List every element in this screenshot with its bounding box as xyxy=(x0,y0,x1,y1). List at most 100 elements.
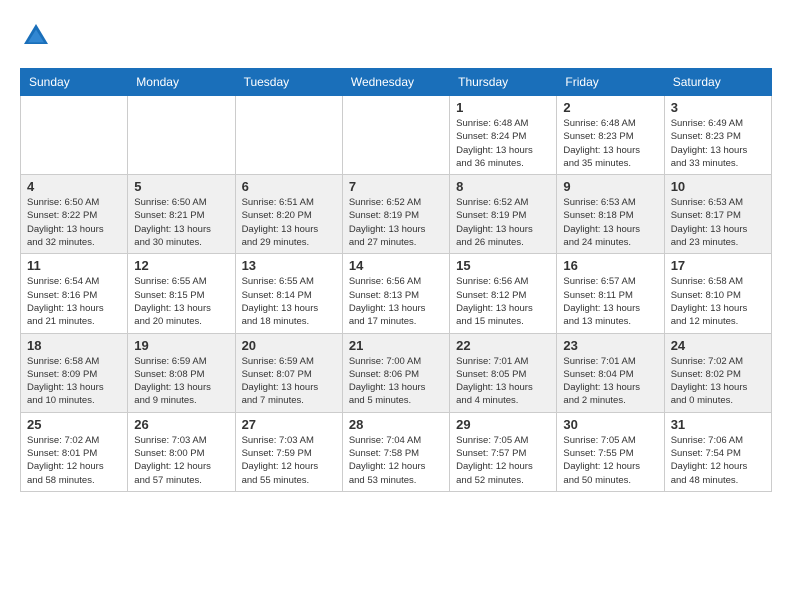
day-info: Sunrise: 6:59 AM Sunset: 8:07 PM Dayligh… xyxy=(242,355,336,408)
day-number: 21 xyxy=(349,338,443,353)
calendar-cell: 27Sunrise: 7:03 AM Sunset: 7:59 PM Dayli… xyxy=(235,412,342,491)
logo xyxy=(20,20,56,52)
day-number: 4 xyxy=(27,179,121,194)
calendar-week-row: 25 Sunrise: 7:02 AM Sunset: 8:01 PM Dayli… xyxy=(21,412,772,491)
day-number: 8 xyxy=(456,179,550,194)
calendar-cell xyxy=(21,96,128,175)
day-number: 29 xyxy=(456,417,550,432)
day-number: 1 xyxy=(456,100,550,115)
day-number: 31 xyxy=(671,417,765,432)
day-number: 25 xyxy=(27,417,121,432)
calendar-cell: 3 Sunrise: 6:49 AM Sunset: 8:23 PM Daylig… xyxy=(664,96,771,175)
day-number: 16 xyxy=(563,258,657,273)
day-info: Sunrise: 6:56 AM Sunset: 8:12 PM Dayligh… xyxy=(456,275,550,328)
day-info: Sunrise: 7:04 AM Sunset: 7:58 PM Dayligh… xyxy=(349,434,443,487)
calendar-cell: 22 Sunrise: 7:01 AM Sunset: 8:05 PM Dayli… xyxy=(450,333,557,412)
day-info: Sunrise: 6:54 AM Sunset: 8:16 PM Dayligh… xyxy=(27,275,121,328)
day-number: 13 xyxy=(242,258,336,273)
day-number: 27 xyxy=(242,417,336,432)
calendar-header-wednesday: Wednesday xyxy=(342,69,449,96)
day-number: 10 xyxy=(671,179,765,194)
day-number: 22 xyxy=(456,338,550,353)
calendar-cell: 18 Sunrise: 6:58 AM Sunset: 8:09 PM Dayli… xyxy=(21,333,128,412)
calendar-week-row: 18 Sunrise: 6:58 AM Sunset: 8:09 PM Dayli… xyxy=(21,333,772,412)
calendar-cell: 5Sunrise: 6:50 AM Sunset: 8:21 PM Daylig… xyxy=(128,175,235,254)
calendar-header-tuesday: Tuesday xyxy=(235,69,342,96)
day-number: 5 xyxy=(134,179,228,194)
calendar-cell: 30 Sunrise: 7:05 AM Sunset: 7:55 PM Dayli… xyxy=(557,412,664,491)
calendar-cell: 13 Sunrise: 6:55 AM Sunset: 8:14 PM Dayli… xyxy=(235,254,342,333)
calendar-cell: 1 Sunrise: 6:48 AM Sunset: 8:24 PM Daylig… xyxy=(450,96,557,175)
calendar-cell: 4 Sunrise: 6:50 AM Sunset: 8:22 PM Daylig… xyxy=(21,175,128,254)
day-info: Sunrise: 7:05 AM Sunset: 7:55 PM Dayligh… xyxy=(563,434,657,487)
calendar-cell: 2 Sunrise: 6:48 AM Sunset: 8:23 PM Daylig… xyxy=(557,96,664,175)
day-info: Sunrise: 6:48 AM Sunset: 8:24 PM Dayligh… xyxy=(456,117,550,170)
day-info: Sunrise: 7:01 AM Sunset: 8:04 PM Dayligh… xyxy=(563,355,657,408)
day-info: Sunrise: 7:01 AM Sunset: 8:05 PM Dayligh… xyxy=(456,355,550,408)
calendar-cell: 16 Sunrise: 6:57 AM Sunset: 8:11 PM Dayli… xyxy=(557,254,664,333)
day-info: Sunrise: 7:02 AM Sunset: 8:01 PM Dayligh… xyxy=(27,434,121,487)
calendar-header-sunday: Sunday xyxy=(21,69,128,96)
calendar-cell xyxy=(128,96,235,175)
calendar-table: SundayMondayTuesdayWednesdayThursdayFrid… xyxy=(20,68,772,492)
day-info: Sunrise: 6:50 AM Sunset: 8:22 PM Dayligh… xyxy=(27,196,121,249)
calendar-cell: 26 Sunrise: 7:03 AM Sunset: 8:00 PM Dayli… xyxy=(128,412,235,491)
calendar-cell: 23 Sunrise: 7:01 AM Sunset: 8:04 PM Dayli… xyxy=(557,333,664,412)
calendar-cell: 25 Sunrise: 7:02 AM Sunset: 8:01 PM Dayli… xyxy=(21,412,128,491)
calendar-cell: 14 Sunrise: 6:56 AM Sunset: 8:13 PM Dayli… xyxy=(342,254,449,333)
calendar-header-thursday: Thursday xyxy=(450,69,557,96)
day-info: Sunrise: 7:00 AM Sunset: 8:06 PM Dayligh… xyxy=(349,355,443,408)
day-number: 6 xyxy=(242,179,336,194)
calendar-week-row: 1 Sunrise: 6:48 AM Sunset: 8:24 PM Daylig… xyxy=(21,96,772,175)
calendar-week-row: 4 Sunrise: 6:50 AM Sunset: 8:22 PM Daylig… xyxy=(21,175,772,254)
day-info: Sunrise: 6:58 AM Sunset: 8:10 PM Dayligh… xyxy=(671,275,765,328)
calendar-cell: 31Sunrise: 7:06 AM Sunset: 7:54 PM Dayli… xyxy=(664,412,771,491)
day-number: 2 xyxy=(563,100,657,115)
day-number: 11 xyxy=(27,258,121,273)
day-number: 18 xyxy=(27,338,121,353)
calendar-cell: 24 Sunrise: 7:02 AM Sunset: 8:02 PM Dayli… xyxy=(664,333,771,412)
day-number: 7 xyxy=(349,179,443,194)
day-info: Sunrise: 6:49 AM Sunset: 8:23 PM Dayligh… xyxy=(671,117,765,170)
calendar-cell: 11 Sunrise: 6:54 AM Sunset: 8:16 PM Dayli… xyxy=(21,254,128,333)
day-info: Sunrise: 6:58 AM Sunset: 8:09 PM Dayligh… xyxy=(27,355,121,408)
day-number: 12 xyxy=(134,258,228,273)
day-info: Sunrise: 6:52 AM Sunset: 8:19 PM Dayligh… xyxy=(456,196,550,249)
calendar-week-row: 11 Sunrise: 6:54 AM Sunset: 8:16 PM Dayli… xyxy=(21,254,772,333)
calendar-cell: 7 Sunrise: 6:52 AM Sunset: 8:19 PM Daylig… xyxy=(342,175,449,254)
logo-icon xyxy=(20,20,52,52)
day-info: Sunrise: 6:55 AM Sunset: 8:14 PM Dayligh… xyxy=(242,275,336,328)
day-info: Sunrise: 7:02 AM Sunset: 8:02 PM Dayligh… xyxy=(671,355,765,408)
day-info: Sunrise: 7:03 AM Sunset: 8:00 PM Dayligh… xyxy=(134,434,228,487)
day-number: 30 xyxy=(563,417,657,432)
calendar-header-monday: Monday xyxy=(128,69,235,96)
calendar-cell: 12 Sunrise: 6:55 AM Sunset: 8:15 PM Dayli… xyxy=(128,254,235,333)
day-number: 3 xyxy=(671,100,765,115)
day-number: 26 xyxy=(134,417,228,432)
day-info: Sunrise: 6:55 AM Sunset: 8:15 PM Dayligh… xyxy=(134,275,228,328)
calendar-cell: 10 Sunrise: 6:53 AM Sunset: 8:17 PM Dayli… xyxy=(664,175,771,254)
day-info: Sunrise: 6:57 AM Sunset: 8:11 PM Dayligh… xyxy=(563,275,657,328)
day-number: 24 xyxy=(671,338,765,353)
calendar-cell: 19Sunrise: 6:59 AM Sunset: 8:08 PM Dayli… xyxy=(128,333,235,412)
day-info: Sunrise: 6:59 AM Sunset: 8:08 PM Dayligh… xyxy=(134,355,228,408)
day-number: 20 xyxy=(242,338,336,353)
day-info: Sunrise: 6:53 AM Sunset: 8:17 PM Dayligh… xyxy=(671,196,765,249)
calendar-cell xyxy=(342,96,449,175)
calendar-cell: 9Sunrise: 6:53 AM Sunset: 8:18 PM Daylig… xyxy=(557,175,664,254)
day-info: Sunrise: 6:53 AM Sunset: 8:18 PM Dayligh… xyxy=(563,196,657,249)
day-info: Sunrise: 6:51 AM Sunset: 8:20 PM Dayligh… xyxy=(242,196,336,249)
calendar-cell xyxy=(235,96,342,175)
calendar-cell: 15 Sunrise: 6:56 AM Sunset: 8:12 PM Dayli… xyxy=(450,254,557,333)
calendar-cell: 21 Sunrise: 7:00 AM Sunset: 8:06 PM Dayli… xyxy=(342,333,449,412)
day-number: 28 xyxy=(349,417,443,432)
day-info: Sunrise: 6:48 AM Sunset: 8:23 PM Dayligh… xyxy=(563,117,657,170)
day-number: 14 xyxy=(349,258,443,273)
calendar-cell: 17Sunrise: 6:58 AM Sunset: 8:10 PM Dayli… xyxy=(664,254,771,333)
calendar-cell: 29Sunrise: 7:05 AM Sunset: 7:57 PM Dayli… xyxy=(450,412,557,491)
day-info: Sunrise: 6:56 AM Sunset: 8:13 PM Dayligh… xyxy=(349,275,443,328)
day-number: 15 xyxy=(456,258,550,273)
calendar-cell: 20 Sunrise: 6:59 AM Sunset: 8:07 PM Dayli… xyxy=(235,333,342,412)
day-number: 23 xyxy=(563,338,657,353)
day-info: Sunrise: 6:52 AM Sunset: 8:19 PM Dayligh… xyxy=(349,196,443,249)
